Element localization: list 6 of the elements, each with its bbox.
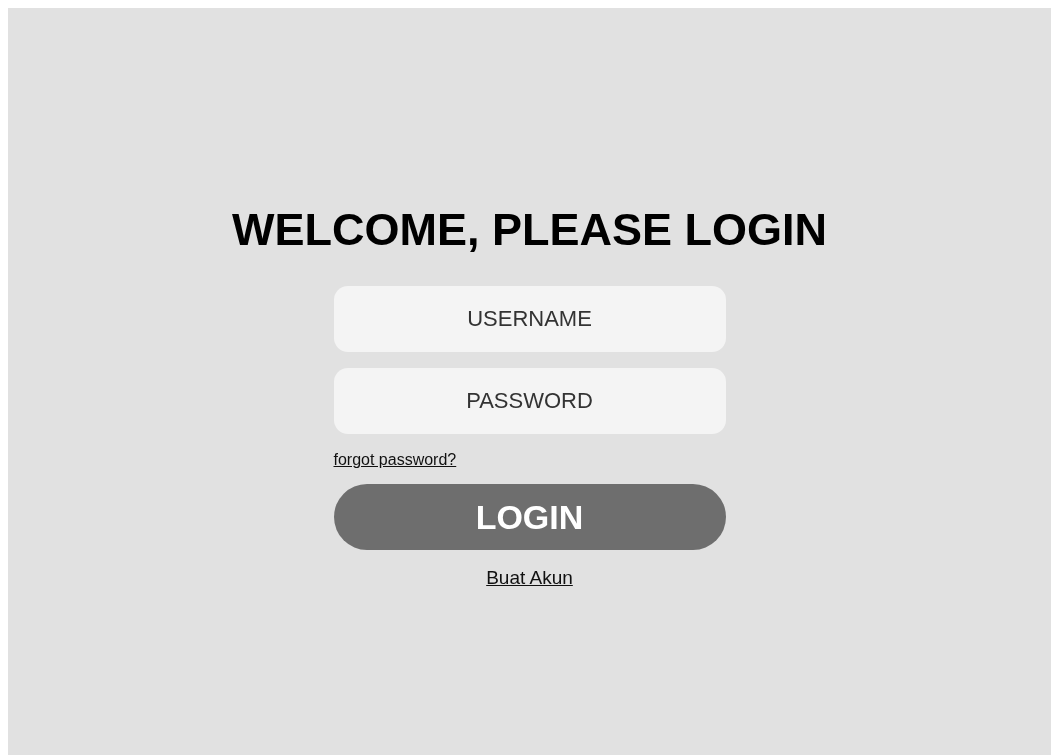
welcome-title: WELCOME, PLEASE LOGIN xyxy=(232,204,827,256)
input-field[interactable]: USERNAME xyxy=(333,286,726,352)
input-field[interactable]: PASSWORD xyxy=(333,368,726,434)
create-account-link[interactable]: Buat Akun xyxy=(486,567,573,589)
login-button[interactable]: LOGIN xyxy=(333,484,726,550)
forgot-password-link[interactable]: forgot password? xyxy=(333,450,457,470)
